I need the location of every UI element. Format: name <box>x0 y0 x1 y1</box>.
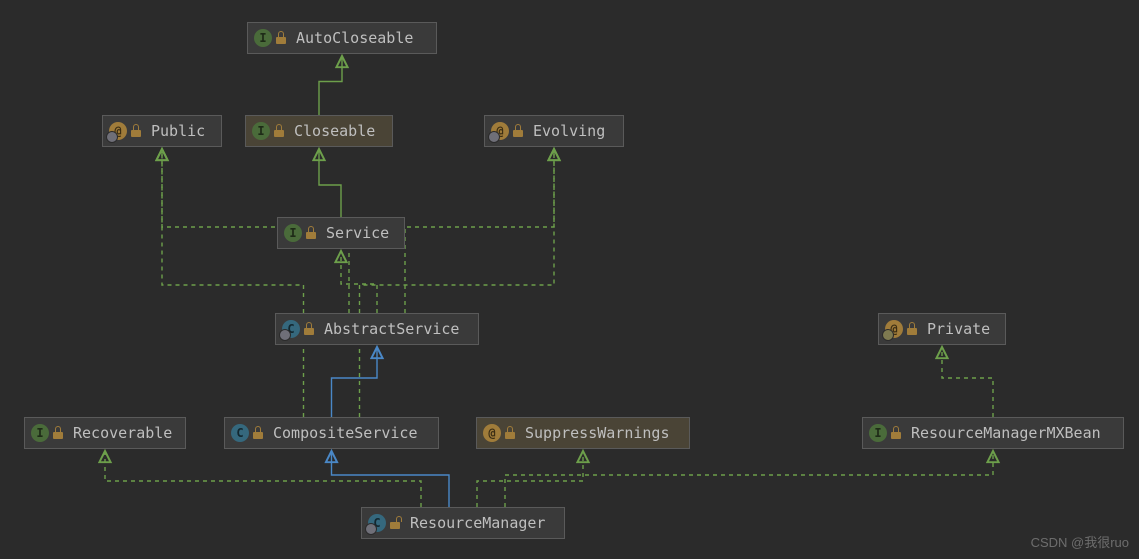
node-label: AbstractService <box>324 320 459 338</box>
edge-compositesvc-to-public <box>162 149 304 417</box>
class-icon: C <box>231 424 249 442</box>
edge-rmmxbean-to-private <box>942 347 993 417</box>
node-label: Private <box>927 320 990 338</box>
node-label: Service <box>326 224 389 242</box>
lock-icon <box>274 125 284 137</box>
edge-resourcemgr-to-suppress <box>477 451 583 507</box>
class-node-service[interactable]: I Service <box>277 217 405 249</box>
edge-resourcemgr-to-rmmxbean <box>505 451 993 507</box>
node-label: Evolving <box>533 122 605 140</box>
diagram-canvas: IAutoCloseable@PublicICloseable@Evolving… <box>0 0 1139 559</box>
class-node-autocloseable[interactable]: I AutoCloseable <box>247 22 437 54</box>
class-node-closeable[interactable]: I Closeable <box>245 115 393 147</box>
lock-icon <box>253 427 263 439</box>
edge-abstractservice-to-service <box>341 251 377 313</box>
overlay-icon <box>365 523 377 535</box>
class-node-evolving[interactable]: @Evolving <box>484 115 624 147</box>
node-label: ResourceManagerMXBean <box>911 424 1101 442</box>
overlay-icon <box>106 131 118 143</box>
lock-icon <box>276 32 286 44</box>
interface-icon: I <box>31 424 49 442</box>
class-node-suppress[interactable]: @ SuppressWarnings <box>476 417 690 449</box>
connector-layer <box>0 0 1139 559</box>
edge-closeable-to-autocloseable <box>319 56 342 115</box>
class-node-abstractservice[interactable]: CAbstractService <box>275 313 479 345</box>
edge-compositesvc-to-evolving <box>360 149 555 417</box>
node-label: SuppressWarnings <box>525 424 670 442</box>
overlay-icon <box>279 329 291 341</box>
node-label: Recoverable <box>73 424 172 442</box>
class-node-private[interactable]: @Private <box>878 313 1006 345</box>
edge-resourcemgr-to-compositesvc <box>332 451 450 507</box>
lock-icon <box>131 125 141 137</box>
interface-icon: I <box>254 29 272 47</box>
lock-icon <box>304 323 314 335</box>
interface-icon: I <box>869 424 887 442</box>
annotation-icon: @ <box>483 424 501 442</box>
overlay-icon <box>882 329 894 341</box>
node-label: Public <box>151 122 205 140</box>
node-label: Closeable <box>294 122 375 140</box>
interface-icon: I <box>252 122 270 140</box>
lock-icon <box>907 323 917 335</box>
lock-icon <box>891 427 901 439</box>
interface-icon: I <box>284 224 302 242</box>
overlay-icon <box>488 131 500 143</box>
edge-abstractservice-to-evolving <box>405 149 554 313</box>
node-label: ResourceManager <box>410 514 545 532</box>
node-label: AutoCloseable <box>296 29 413 47</box>
class-node-resourcemgr[interactable]: CResourceManager <box>361 507 565 539</box>
lock-icon <box>53 427 63 439</box>
class-node-recoverable[interactable]: I Recoverable <box>24 417 186 449</box>
edge-service-to-closeable <box>319 149 341 217</box>
lock-icon <box>390 517 400 529</box>
node-label: CompositeService <box>273 424 418 442</box>
class-node-public[interactable]: @Public <box>102 115 222 147</box>
lock-icon <box>505 427 515 439</box>
lock-icon <box>513 125 523 137</box>
watermark: CSDN @我很ruo <box>1031 532 1129 551</box>
lock-icon <box>306 227 316 239</box>
class-node-compositesvc[interactable]: C CompositeService <box>224 417 439 449</box>
class-node-rmmxbean[interactable]: I ResourceManagerMXBean <box>862 417 1124 449</box>
edge-compositesvc-to-abstractservice <box>332 347 378 417</box>
edge-resourcemgr-to-recoverable <box>105 451 421 507</box>
